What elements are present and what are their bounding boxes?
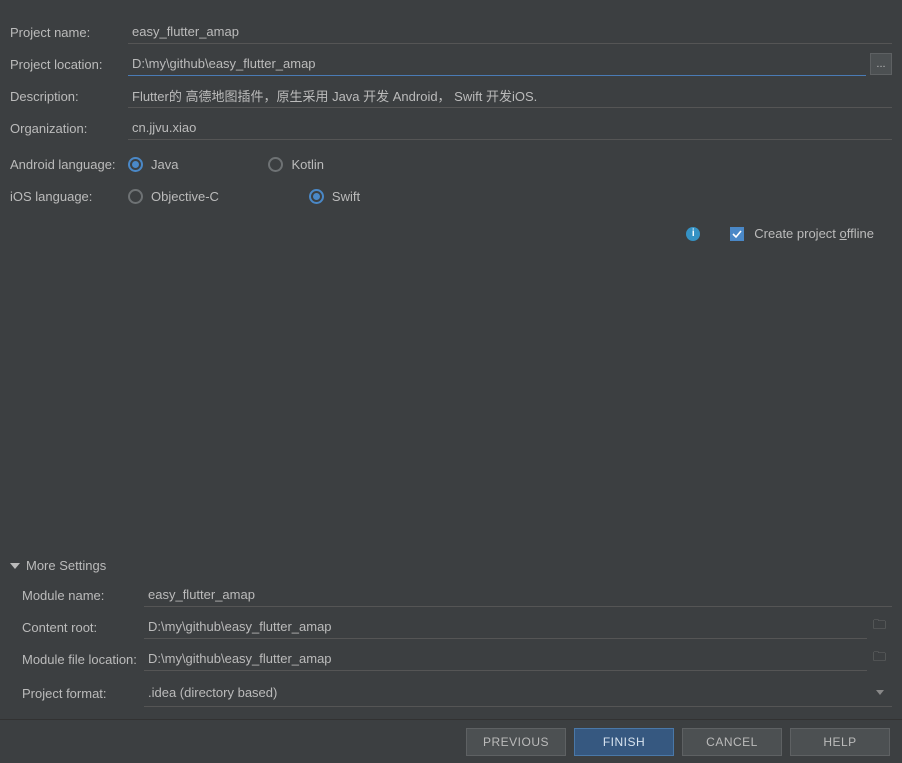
ios-swift-label: Swift: [332, 189, 360, 204]
more-settings-toggle[interactable]: More Settings: [0, 554, 902, 577]
chevron-down-icon: [876, 690, 884, 695]
chevron-down-icon: [10, 563, 20, 569]
previous-button[interactable]: PREVIOUS: [466, 728, 566, 756]
ios-objc-label: Objective-C: [151, 189, 219, 204]
module-name-label: Module name:: [22, 588, 144, 603]
browse-location-button[interactable]: ...: [870, 53, 892, 75]
help-button[interactable]: HELP: [790, 728, 890, 756]
module-file-location-input[interactable]: [144, 647, 867, 671]
finish-button[interactable]: FINISH: [574, 728, 674, 756]
info-icon: i: [686, 227, 700, 241]
project-format-label: Project format:: [22, 686, 144, 701]
description-label: Description:: [10, 89, 128, 104]
organization-input[interactable]: [128, 116, 892, 140]
description-input[interactable]: [128, 84, 892, 108]
create-offline-label[interactable]: Create project offline: [754, 226, 874, 241]
android-java-radio[interactable]: Java: [128, 157, 178, 172]
ios-swift-radio[interactable]: Swift: [309, 189, 360, 204]
radio-unselected-icon: [128, 189, 143, 204]
more-settings-label: More Settings: [26, 558, 106, 573]
folder-icon[interactable]: 🗀: [867, 648, 892, 670]
android-language-label: Android language:: [10, 157, 128, 172]
project-format-select[interactable]: .idea (directory based): [144, 679, 892, 707]
radio-selected-icon: [128, 157, 143, 172]
project-name-input[interactable]: [128, 20, 892, 44]
organization-label: Organization:: [10, 121, 128, 136]
project-location-input[interactable]: [128, 52, 866, 76]
android-kotlin-radio[interactable]: Kotlin: [268, 157, 324, 172]
radio-selected-icon: [309, 189, 324, 204]
radio-unselected-icon: [268, 157, 283, 172]
project-location-label: Project location:: [10, 57, 128, 72]
check-icon: [732, 229, 742, 239]
folder-icon[interactable]: 🗀: [867, 616, 892, 638]
content-root-input[interactable]: [144, 615, 867, 639]
module-name-input[interactable]: [144, 583, 892, 607]
ios-objc-radio[interactable]: Objective-C: [128, 189, 219, 204]
content-root-label: Content root:: [22, 620, 144, 635]
project-name-label: Project name:: [10, 25, 128, 40]
dialog-button-bar: PREVIOUS FINISH CANCEL HELP: [0, 719, 902, 763]
ios-language-label: iOS language:: [10, 189, 128, 204]
cancel-button[interactable]: CANCEL: [682, 728, 782, 756]
android-kotlin-label: Kotlin: [291, 157, 324, 172]
module-file-location-label: Module file location:: [22, 652, 144, 667]
create-offline-checkbox[interactable]: [730, 227, 744, 241]
android-java-label: Java: [151, 157, 178, 172]
project-format-value: .idea (directory based): [148, 685, 277, 700]
